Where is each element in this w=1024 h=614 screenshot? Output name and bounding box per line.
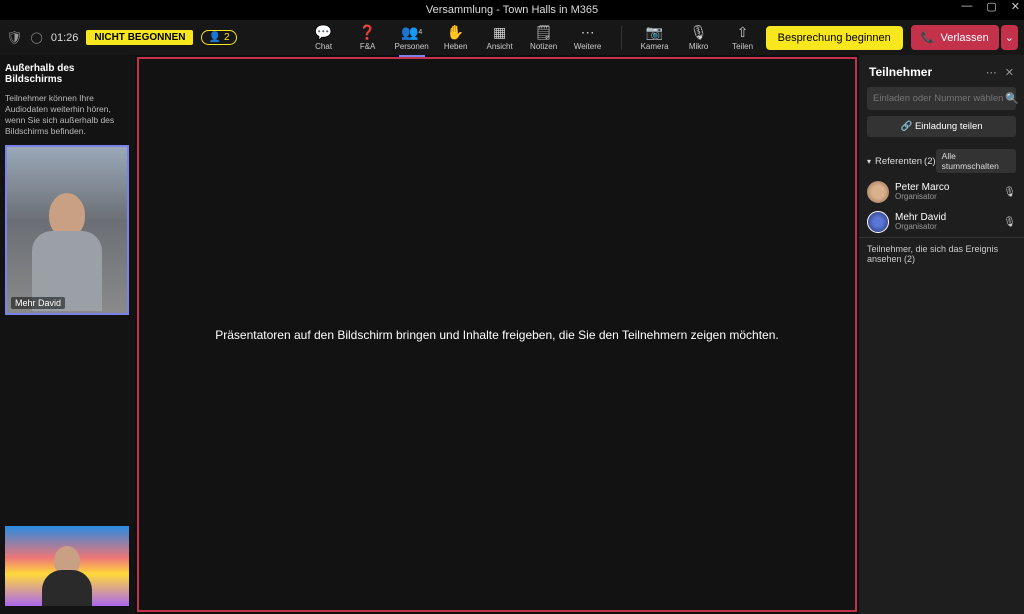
panel-more-icon[interactable]: ⋯ [986,66,997,79]
notes-button[interactable]: 🗒Notizen [529,24,559,51]
section-count: (2) [924,156,936,167]
offscreen-panel: Außerhalb des Bildschirms Teilnehmer kön… [0,55,135,614]
participant-count: 2 [224,32,230,43]
hand-icon: ✋ [447,24,464,40]
meeting-toolbar: 💬Chat ❓F&A 👥4Personen ✋Heben ▦Ansicht 🗒N… [309,24,758,51]
begin-meeting-button[interactable]: Besprechung beginnen [766,26,903,50]
invite-search[interactable]: 🔍 [867,87,1016,110]
chevron-down-icon: ▾ [867,157,871,166]
chat-icon: 💬 [315,24,332,40]
invite-input[interactable] [873,93,1005,104]
status-badge: NICHT BEGONNEN [86,30,193,45]
stage-area: Präsentatoren auf den Bildschirm bringen… [137,57,857,612]
search-icon[interactable]: 🔍 [1005,92,1019,105]
panel-close-icon[interactable]: ✕ [1005,66,1014,79]
view-icon: ▦ [493,24,506,40]
leave-button-label: Verlassen [940,32,988,44]
mic-status-icon[interactable]: 🎙 [1003,217,1016,228]
video-tile-name: Mehr David [11,297,65,309]
video-tile-other[interactable] [5,526,129,606]
viewers-section[interactable]: Teilnehmer, die sich das Ereignis ansehe… [859,237,1024,270]
mute-all-button[interactable]: Alle stummschalten [936,149,1016,173]
person-icon: 👤 [208,32,220,43]
participant-row[interactable]: Peter Marco Organisator 🎙 [859,177,1024,207]
notes-icon: 🗒 [535,24,553,40]
link-icon: 🔗 [900,121,912,132]
share-invite-button[interactable]: 🔗 Einladung teilen [867,116,1016,137]
participant-count-pill[interactable]: 👤 2 [201,30,236,45]
more-icon: ⋯ [581,24,595,40]
meeting-timer: 01:26 [51,32,79,44]
participant-role: Organisator [895,223,997,232]
participants-panel: Teilnehmer ⋯ ✕ 🔍 🔗 Einladung teilen ▾ Re… [859,55,1024,614]
section-label: Referenten [875,156,922,167]
share-button[interactable]: ⇧Teilen [728,24,758,51]
more-button[interactable]: ⋯Weitere [573,24,603,51]
leave-button[interactable]: 📞 Verlassen [911,25,999,50]
avatar [867,211,889,233]
leave-dropdown[interactable]: ⌄ [1001,25,1018,50]
shield-icon[interactable]: 🛡 [6,30,23,46]
mic-button[interactable]: 🎙Mikro [684,24,714,51]
participant-row[interactable]: Mehr David Organisator 🎙 [859,207,1024,237]
window-title: Versammlung - Town Halls in M365 [426,4,598,16]
presenters-section-header[interactable]: ▾ Referenten (2) Alle stummschalten [859,145,1024,177]
mic-icon: 🎙 [690,24,708,40]
share-icon: ⇧ [737,24,749,40]
toolbar-divider [621,26,622,50]
close-icon[interactable]: ✕ [1011,0,1020,13]
stage-message: Präsentatoren auf den Bildschirm bringen… [195,328,798,342]
participant-role: Organisator [895,193,997,202]
view-button[interactable]: ▦Ansicht [485,24,515,51]
qa-icon: ❓ [359,24,376,40]
recording-icon: ◯ [31,31,43,44]
minimize-icon[interactable]: — [961,0,972,13]
camera-icon: 📷 [646,24,663,40]
qa-button[interactable]: ❓F&A [353,24,383,51]
meeting-topbar: 🛡 ◯ 01:26 NICHT BEGONNEN 👤 2 💬Chat ❓F&A … [0,20,1024,55]
video-tile-self[interactable]: Mehr David [5,145,129,315]
mic-status-icon[interactable]: 🎙 [1003,187,1016,198]
maximize-icon[interactable]: ▢ [986,0,996,13]
hangup-icon: 📞 [921,31,935,44]
people-button[interactable]: 👥4Personen [397,24,427,51]
people-icon: 👥4 [401,24,422,40]
share-invite-label: Einladung teilen [915,121,983,132]
camera-button[interactable]: 📷Kamera [640,24,670,51]
raise-hand-button[interactable]: ✋Heben [441,24,471,51]
participants-title: Teilnehmer [869,65,978,79]
chat-button[interactable]: 💬Chat [309,24,339,51]
avatar [867,181,889,203]
offscreen-title: Außerhalb des Bildschirms [5,63,130,85]
window-titlebar: Versammlung - Town Halls in M365 — ▢ ✕ [0,0,1024,20]
offscreen-hint: Teilnehmer können Ihre Audiodaten weiter… [5,93,130,137]
